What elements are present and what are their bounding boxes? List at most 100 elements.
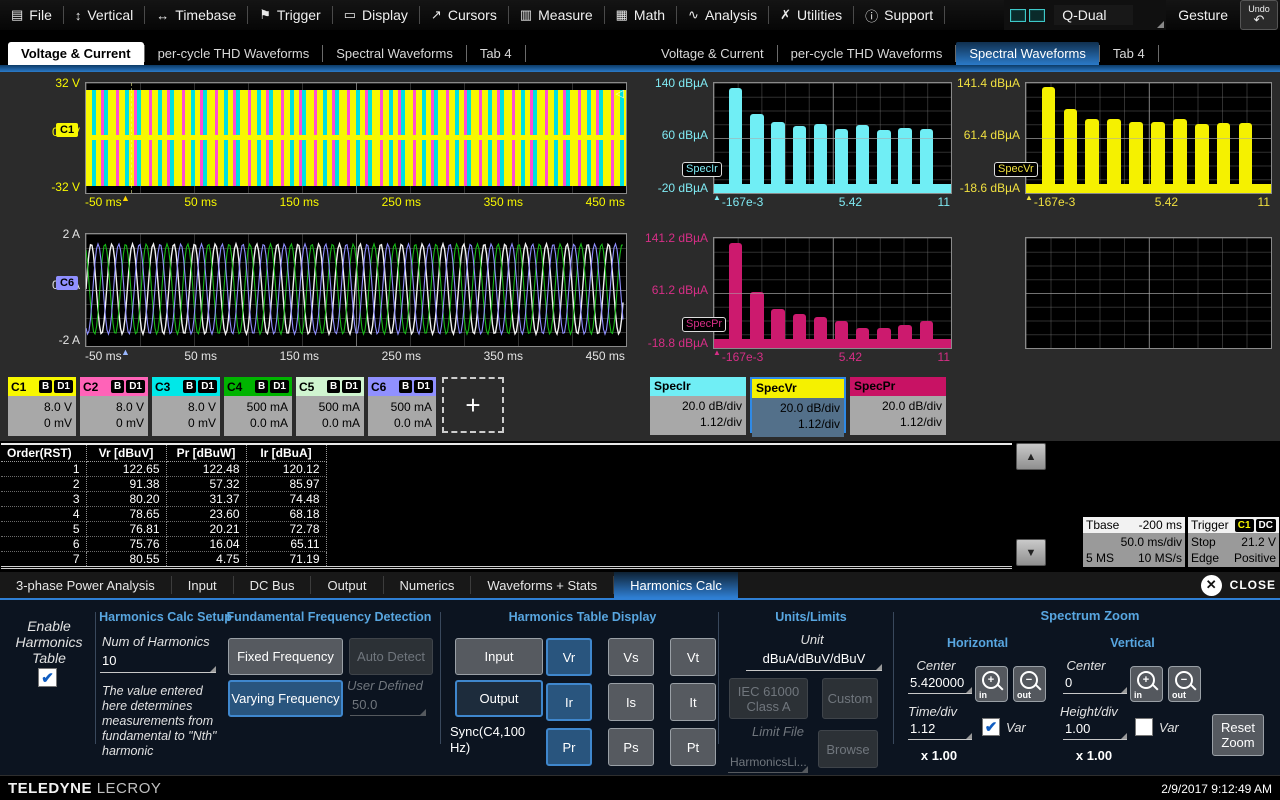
spec-descriptor-specpr[interactable]: SpecPr 20.0 dB/div1.12/div (850, 377, 946, 433)
tab-left-spectral-waveforms[interactable]: Spectral Waveforms (323, 42, 466, 65)
pt-button[interactable]: Pt (670, 728, 716, 766)
channel-descriptor-c2[interactable]: C2BD1 8.0 V0 mV (80, 377, 148, 433)
browse-button[interactable]: Browse (818, 730, 878, 768)
time-div-input[interactable]: 1.12 (908, 720, 972, 740)
reset-zoom-button[interactable]: Reset Zoom (1212, 714, 1264, 756)
timebase-descriptor[interactable]: Tbase-200 ms 50.0 ms/div 5 MS10 MS/s (1083, 517, 1185, 566)
channel-descriptor-c1[interactable]: C1BD1 8.0 V0 mV (8, 377, 76, 433)
timebase-settings: 50.0 ms/div 5 MS10 MS/s (1083, 533, 1185, 567)
menu-timebase[interactable]: ↔Timebase (145, 0, 247, 30)
tab-right-voltage-current[interactable]: Voltage & Current (648, 42, 777, 65)
c6-trace-tag[interactable]: C6 (56, 276, 78, 290)
scroll-up-button[interactable]: ▲ (1016, 443, 1046, 470)
channel-descriptor-c3[interactable]: C3BD1 8.0 V0 mV (152, 377, 220, 433)
output-button[interactable]: Output (455, 680, 543, 717)
specvr-trace-tag[interactable]: SpecVr (994, 162, 1038, 177)
pr-button[interactable]: Pr (546, 728, 592, 766)
menu-support[interactable]: ⓘSupport (854, 0, 944, 30)
add-trace-button[interactable]: + (442, 377, 504, 433)
spec-descriptor-specvr[interactable]: SpecVr 20.0 dB/div1.12/div (750, 377, 846, 433)
h-var-checkbox[interactable]: ✔ (982, 718, 1000, 736)
h-zoom-out-button[interactable]: −out (1013, 666, 1046, 702)
menu-trigger[interactable]: ⚑Trigger (248, 0, 331, 30)
specpr-trace-tag[interactable]: SpecPr (682, 317, 726, 332)
v-zoom-in-button[interactable]: +in (1130, 666, 1163, 702)
dialog-tab-output[interactable]: Output (311, 572, 382, 598)
h-center-label: Center (905, 658, 967, 673)
vt-button[interactable]: Vt (670, 638, 716, 676)
trigger-position-marker-icon[interactable]: ▲ (121, 193, 130, 203)
varying-frequency-button[interactable]: Varying Frequency (228, 680, 343, 717)
xtick-first: ▲-167e-3 (713, 195, 763, 209)
close-button[interactable]: ✕ CLOSE (1201, 573, 1276, 597)
tab-left-thd-waveforms[interactable]: per-cycle THD Waveforms (145, 42, 323, 65)
tab-right-tab4[interactable]: Tab 4 (1100, 42, 1158, 65)
height-div-input[interactable]: 1.00 (1063, 720, 1127, 740)
v-zoom-out-button[interactable]: −out (1168, 666, 1201, 702)
gesture-label[interactable]: Gesture (1178, 7, 1228, 23)
bandwidth-badge: B (183, 380, 196, 393)
qdual-selector[interactable]: Q-Dual (1004, 0, 1166, 30)
dialog-tab-harmonics-calc[interactable]: Harmonics Calc (614, 572, 738, 598)
section-divider (893, 612, 894, 744)
undo-button[interactable]: Undo ↶ (1240, 0, 1278, 30)
limit-file-input[interactable]: HarmonicsLi... (728, 754, 808, 773)
tick-marker-icon: ▲ (713, 348, 721, 357)
specvr-ytick-bot: -18.6 dBµA (950, 182, 1020, 195)
iec-class-a-button[interactable]: IEC 61000 Class A (729, 678, 808, 719)
dialog-tab-3phase[interactable]: 3-phase Power Analysis (0, 572, 171, 598)
trigger-position-marker-icon[interactable]: ▲ (121, 347, 130, 357)
xtick: 5.42 (839, 195, 862, 209)
user-defined-input[interactable]: 50.0 (350, 696, 426, 716)
custom-button[interactable]: Custom (822, 678, 878, 719)
vr-button[interactable]: Vr (546, 638, 592, 676)
spec-header: SpecVr (752, 379, 844, 398)
c1-trace-tag[interactable]: C1 (56, 123, 78, 137)
tab-left-tab4[interactable]: Tab 4 (467, 42, 525, 65)
vs-button[interactable]: Vs (608, 638, 654, 676)
is-button[interactable]: Is (608, 683, 654, 721)
workspace-tabrow: Voltage & Current per-cycle THD Waveform… (0, 30, 1280, 72)
menu-file[interactable]: ▤File (0, 0, 63, 30)
tab-left-voltage-current[interactable]: Voltage & Current (8, 42, 144, 65)
dialog-tab-waveforms-stats[interactable]: Waveforms + Stats (471, 572, 613, 598)
fixed-frequency-button[interactable]: Fixed Frequency (228, 638, 343, 675)
auto-detect-button[interactable]: Auto Detect (349, 638, 433, 675)
ir-button[interactable]: Ir (546, 683, 592, 721)
tab-right-thd-waveforms[interactable]: per-cycle THD Waveforms (778, 42, 956, 65)
menu-display[interactable]: ▭Display (333, 0, 419, 30)
h-center-input[interactable]: 5.420000 (908, 674, 972, 694)
scroll-down-button[interactable]: ▼ (1016, 539, 1046, 566)
num-harmonics-input[interactable]: 10 (100, 652, 216, 673)
v-center-input[interactable]: 0 (1063, 674, 1127, 694)
trigger-descriptor[interactable]: Trigger C1 DC Stop21.2 V EdgePositive (1188, 517, 1279, 566)
it-button[interactable]: It (670, 683, 716, 721)
menu-cursors[interactable]: ↗Cursors (420, 0, 508, 30)
unit-dropdown[interactable]: dBuA/dBuV/dBuV (746, 650, 882, 671)
dialog-tab-dcbus[interactable]: DC Bus (234, 572, 311, 598)
tab-right-spectral-waveforms[interactable]: Spectral Waveforms (956, 42, 1099, 65)
menu-vertical[interactable]: ↕Vertical (64, 0, 144, 30)
channel-descriptor-c6[interactable]: C6BD1 500 mA0.0 mA (368, 377, 436, 433)
specir-ytick-mid: 60 dBµA (638, 129, 708, 142)
table-scrollbar[interactable]: ▲ ▼ (1016, 443, 1046, 566)
channel-descriptor-c4[interactable]: C4BD1 500 mA0.0 mA (224, 377, 292, 433)
dialog-tab-input[interactable]: Input (172, 572, 233, 598)
spec-descriptor-specir[interactable]: SpecIr 20.0 dB/div1.12/div (650, 377, 746, 433)
trigger-level-marker-icon[interactable]: ◁ (616, 87, 624, 100)
ps-button[interactable]: Ps (608, 728, 654, 766)
specir-trace-tag[interactable]: SpecIr (682, 162, 722, 177)
v-var-checkbox[interactable] (1135, 718, 1153, 736)
digital-badge: D1 (198, 380, 217, 393)
menu-measure[interactable]: ▥Measure (509, 0, 604, 30)
dialog-tab-numerics[interactable]: Numerics (384, 572, 471, 598)
trigger-header: Trigger C1 DC (1188, 517, 1279, 533)
input-button[interactable]: Input (455, 638, 543, 675)
channel-header: C5BD1 (296, 377, 364, 396)
menu-utilities[interactable]: ✗Utilities (769, 0, 853, 30)
menu-analysis[interactable]: ∿Analysis (677, 0, 768, 30)
channel-descriptor-c5[interactable]: C5BD1 500 mA0.0 mA (296, 377, 364, 433)
menu-math[interactable]: ▦Math (605, 0, 676, 30)
h-zoom-in-button[interactable]: +in (975, 666, 1008, 702)
enable-harmonics-checkbox[interactable]: ✔ (38, 668, 57, 687)
